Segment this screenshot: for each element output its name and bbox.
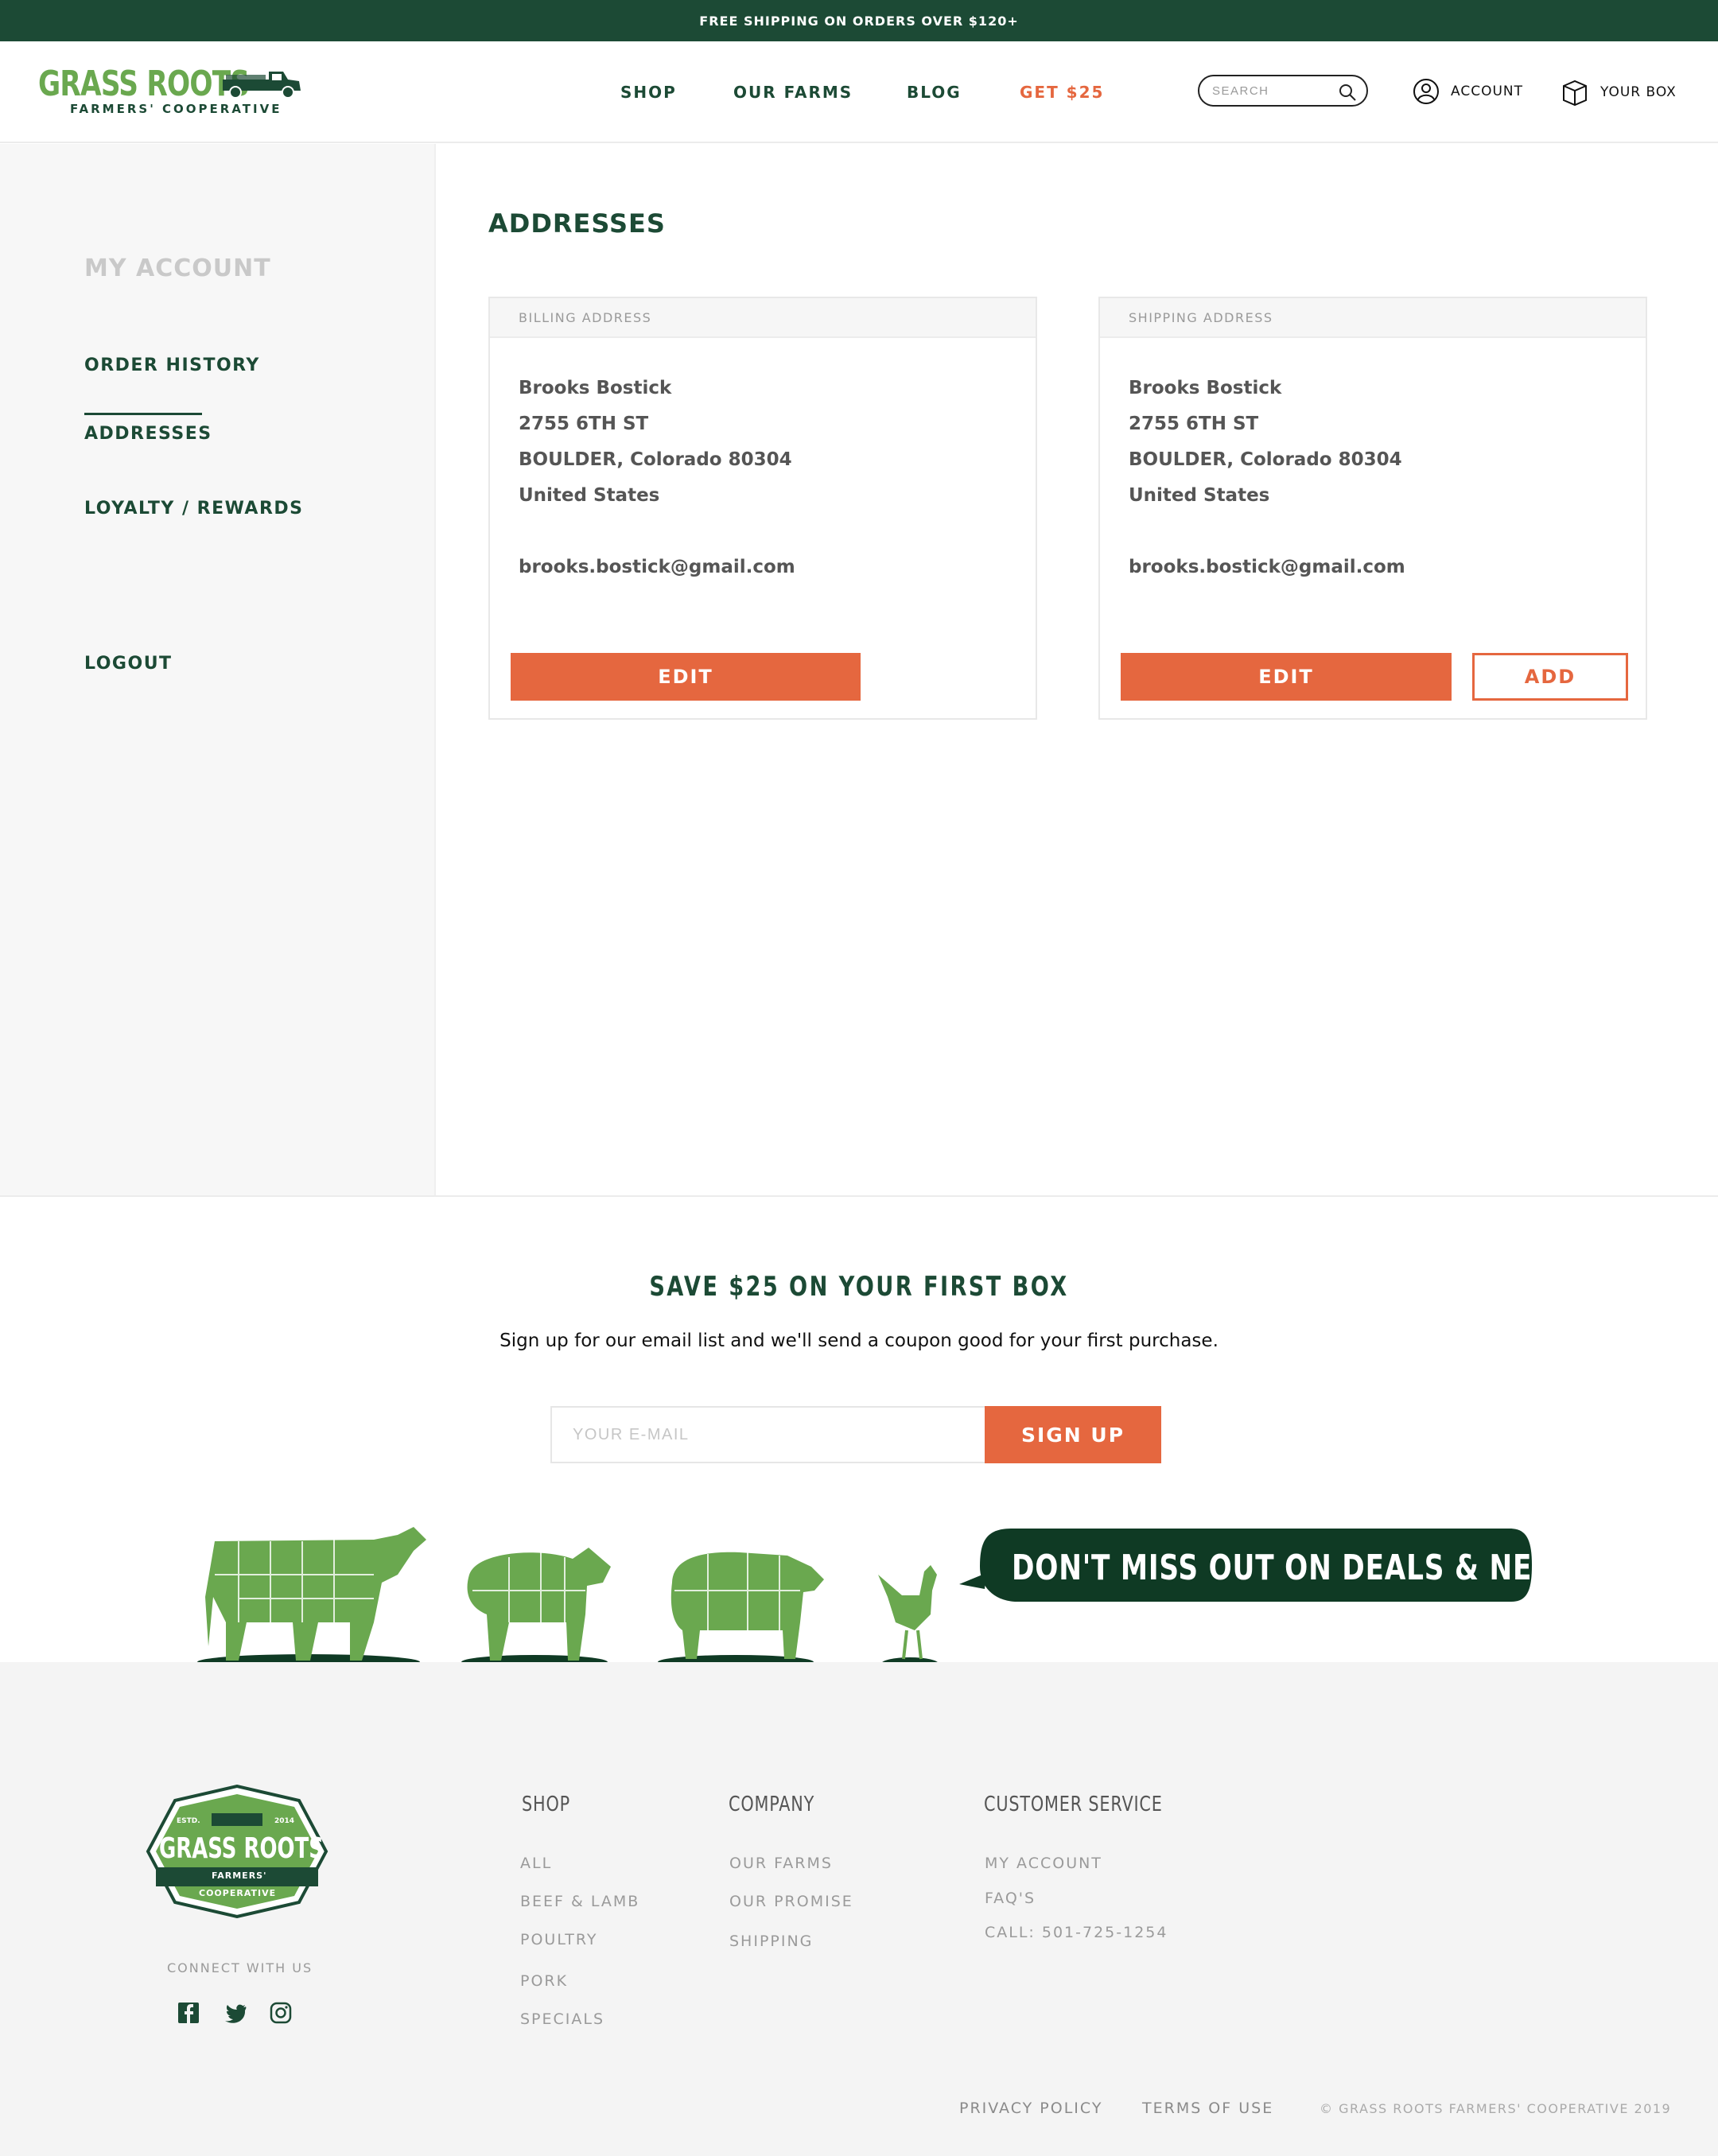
speech-bubble-text: DON'T MISS OUT ON DEALS & NEWS! — [1012, 1548, 1596, 1588]
sidebar-item-logout[interactable]: LOGOUT — [84, 654, 173, 674]
account-sidebar — [0, 144, 436, 1196]
user-icon — [1413, 79, 1439, 104]
badge-year: 2014 — [274, 1817, 295, 1825]
shipping-address-card: SHIPPING ADDRESS Brooks Bostick 2755 6TH… — [1098, 297, 1647, 720]
shipping-country: United States — [1129, 485, 1270, 506]
facebook-icon[interactable] — [177, 2001, 200, 2025]
footer-link-beef-lamb[interactable]: BEEF & LAMB — [520, 1893, 639, 1910]
search-icon[interactable] — [1338, 83, 1357, 102]
cow-icon — [197, 1527, 426, 1670]
footer-shop-heading: SHOP — [522, 1793, 570, 1816]
billing-country: United States — [519, 485, 660, 506]
sidebar-item-loyalty-rewards[interactable]: LOYALTY / REWARDS — [84, 499, 304, 519]
section-divider — [0, 1195, 1718, 1197]
footer-link-our-promise[interactable]: OUR PROMISE — [729, 1893, 853, 1910]
billing-card-header: BILLING ADDRESS — [490, 298, 1036, 338]
pig-icon — [658, 1552, 824, 1669]
shipping-street: 2755 6TH ST — [1129, 414, 1259, 434]
search-input[interactable] — [1212, 84, 1331, 98]
badge-name: GRASS ROOTS — [159, 1832, 324, 1865]
shipping-city: BOULDER, Colorado 80304 — [1129, 449, 1402, 470]
account-label: ACCOUNT — [1451, 84, 1523, 99]
search-box[interactable] — [1198, 75, 1368, 107]
box-icon — [1563, 80, 1587, 107]
footer-link-poultry[interactable]: POULTRY — [520, 1931, 598, 1948]
footer-company-heading: COMPANY — [729, 1793, 815, 1816]
chicken-icon — [878, 1565, 939, 1670]
your-box-label: YOUR BOX — [1600, 84, 1677, 100]
billing-address-card: BILLING ADDRESS Brooks Bostick 2755 6TH … — [488, 297, 1037, 720]
billing-city: BOULDER, Colorado 80304 — [519, 449, 792, 470]
shipping-card-header: SHIPPING ADDRESS — [1100, 298, 1646, 338]
your-box-link[interactable]: YOUR BOX — [1561, 78, 1677, 107]
footer-link-pork[interactable]: PORK — [520, 1972, 568, 1990]
newsletter-subtitle: Sign up for our email list and we'll sen… — [499, 1331, 1219, 1351]
badge-sub-1: FARMERS' — [212, 1870, 267, 1881]
sidebar-item-order-history[interactable]: ORDER HISTORY — [84, 355, 260, 375]
instagram-icon[interactable] — [269, 2001, 293, 2025]
nav-our-farms[interactable]: OUR FARMS — [733, 83, 853, 102]
account-link[interactable]: ACCOUNT — [1413, 78, 1523, 105]
shipping-add-button[interactable]: ADD — [1472, 653, 1628, 701]
billing-edit-button[interactable]: EDIT — [511, 653, 861, 701]
badge-estd: ESTD. — [177, 1817, 200, 1825]
footer-link-shipping[interactable]: SHIPPING — [729, 1933, 813, 1950]
badge-sub-2: COOPERATIVE — [199, 1888, 277, 1898]
sidebar-active-indicator — [84, 413, 202, 415]
shipping-edit-button[interactable]: EDIT — [1121, 653, 1452, 701]
footer-link-our-farms[interactable]: OUR FARMS — [729, 1855, 833, 1872]
footer-service-heading: CUSTOMER SERVICE — [984, 1793, 1163, 1816]
promo-text: FREE SHIPPING ON ORDERS OVER $120+ — [699, 13, 1019, 29]
newsletter-signup-button[interactable]: SIGN UP — [985, 1406, 1161, 1463]
nav-shop[interactable]: SHOP — [620, 83, 677, 102]
newsletter-title: SAVE $25 ON YOUR FIRST BOX — [649, 1271, 1069, 1303]
shipping-email: brooks.bostick@gmail.com — [1129, 557, 1405, 577]
sidebar-title: MY ACCOUNT — [84, 254, 271, 282]
privacy-policy-link[interactable]: PRIVACY POLICY — [959, 2100, 1102, 2117]
copyright-text: © GRASS ROOTS FARMERS' COOPERATIVE 2019 — [1320, 2101, 1672, 2116]
connect-label: CONNECT WITH US — [167, 1960, 313, 1975]
nav-blog[interactable]: BLOG — [907, 83, 962, 102]
twitter-icon[interactable] — [223, 2001, 247, 2025]
page-title: ADDRESSES — [488, 208, 666, 239]
promo-banner: FREE SHIPPING ON ORDERS OVER $120+ — [0, 0, 1718, 41]
footer-link-all[interactable]: ALL — [520, 1855, 552, 1872]
billing-name: Brooks Bostick — [519, 378, 672, 398]
nav-get-25[interactable]: GET $25 — [1020, 83, 1104, 102]
billing-street: 2755 6TH ST — [519, 414, 649, 434]
footer-link-specials[interactable]: SPECIALS — [520, 2010, 604, 2028]
footer-phone[interactable]: CALL: 501-725-1254 — [985, 1924, 1168, 1941]
terms-of-use-link[interactable]: TERMS OF USE — [1142, 2100, 1273, 2117]
footer-link-my-account[interactable]: MY ACCOUNT — [985, 1855, 1102, 1872]
shipping-name: Brooks Bostick — [1129, 378, 1282, 398]
sidebar-item-addresses[interactable]: ADDRESSES — [84, 424, 212, 444]
footer-link-faqs[interactable]: FAQ'S — [985, 1890, 1036, 1907]
sheep-icon — [461, 1548, 611, 1669]
billing-email: brooks.bostick@gmail.com — [519, 557, 795, 577]
newsletter-email-input[interactable] — [550, 1406, 986, 1463]
